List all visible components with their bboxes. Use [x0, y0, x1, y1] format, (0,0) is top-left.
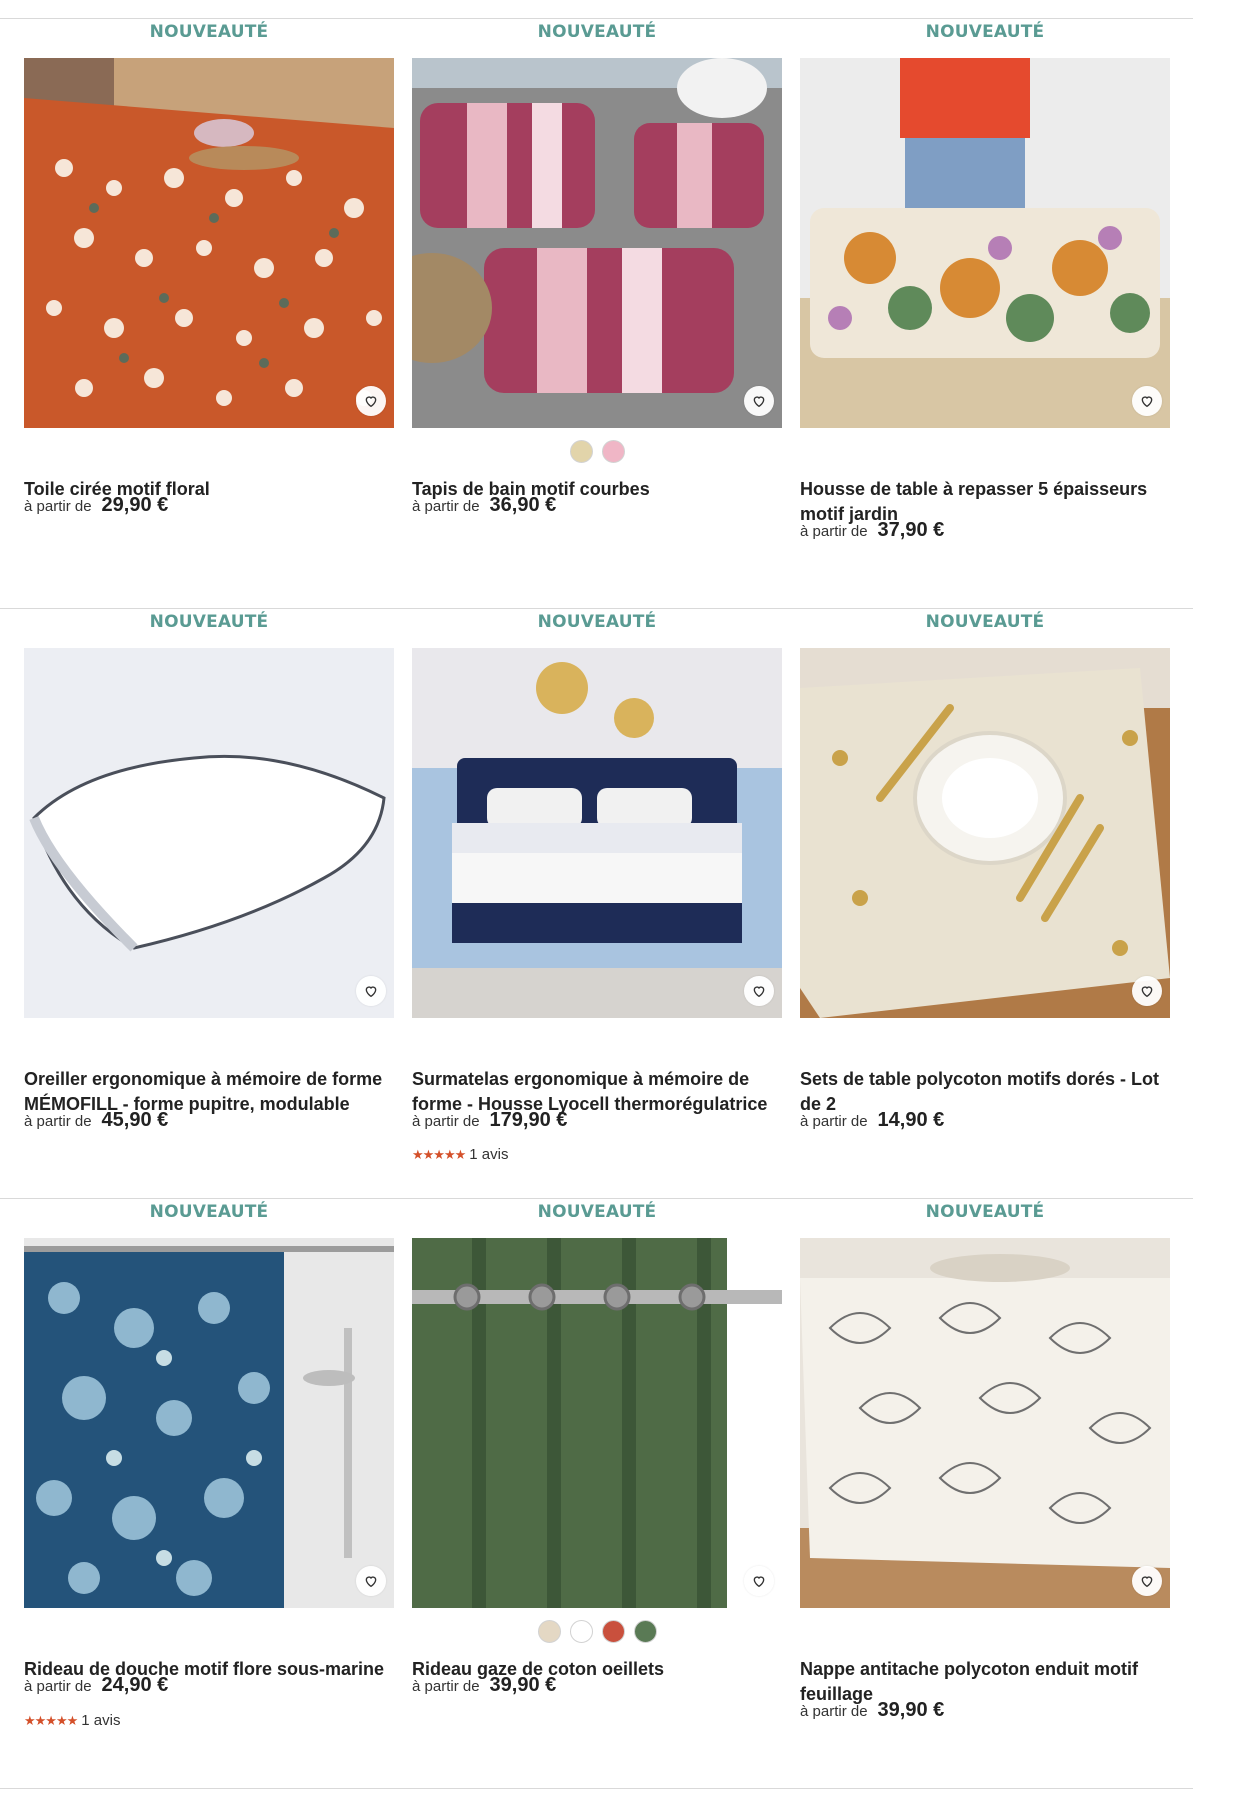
color-swatch[interactable]: [569, 440, 593, 463]
mattress-topper-image: [412, 648, 782, 1018]
price-prefix: à partir de: [412, 1678, 480, 1695]
new-badge: NOUVEAUTÉ: [537, 612, 657, 632]
wishlist-heart-icon[interactable]: [1132, 1566, 1162, 1596]
price-prefix: à partir de: [412, 1113, 480, 1130]
product-price: 39,90 €: [489, 1674, 557, 1696]
shower-curtain-image: [24, 1238, 394, 1608]
product-image[interactable]: [800, 648, 1170, 1018]
new-badge: NOUVEAUTÉ: [925, 22, 1045, 42]
price-row: à partir de 39,90 €: [800, 1699, 944, 1722]
price-prefix: à partir de: [24, 1678, 92, 1695]
product-price: 24,90 €: [101, 1674, 169, 1696]
ironing-cover-image: [800, 58, 1170, 428]
product-price: 37,90 €: [877, 519, 945, 541]
price-row: à partir de 179,90 €: [412, 1109, 567, 1132]
color-swatches: [412, 440, 782, 466]
pillow-image: [24, 648, 394, 1018]
floral-tablecloth-image: [24, 58, 394, 428]
wishlist-heart-icon[interactable]: [356, 976, 386, 1006]
product-price: 179,90 €: [489, 1109, 568, 1131]
green-curtain-image: [412, 1238, 782, 1608]
wishlist-heart-icon[interactable]: [356, 1566, 386, 1596]
row-divider: [0, 1788, 1193, 1789]
new-badge: NOUVEAUTÉ: [537, 1202, 657, 1222]
color-swatches: [412, 1620, 782, 1646]
product-image[interactable]: [412, 58, 782, 428]
wishlist-heart-icon[interactable]: [744, 976, 774, 1006]
color-swatch[interactable]: [537, 1620, 561, 1643]
product-image[interactable]: [412, 648, 782, 1018]
price-row: à partir de 24,90 €: [24, 1674, 168, 1697]
new-badge: NOUVEAUTÉ: [925, 1202, 1045, 1222]
price-row: à partir de 29,90 €: [24, 494, 168, 517]
star-rating-icon: ★★★★★: [24, 1712, 78, 1728]
price-prefix: à partir de: [800, 1703, 868, 1720]
price-row: à partir de 45,90 €: [24, 1109, 168, 1132]
product-image[interactable]: [412, 1238, 782, 1608]
product-image[interactable]: [800, 1238, 1170, 1608]
leaf-tablecloth-image: [800, 1238, 1170, 1608]
bath-mats-image: [412, 58, 782, 428]
price-prefix: à partir de: [24, 1113, 92, 1130]
wishlist-heart-icon[interactable]: [1132, 976, 1162, 1006]
new-badge: NOUVEAUTÉ: [149, 612, 269, 632]
product-image[interactable]: [24, 648, 394, 1018]
wishlist-heart-icon[interactable]: [744, 1566, 774, 1596]
product-rating[interactable]: ★★★★★ 1 avis: [412, 1146, 508, 1163]
wishlist-heart-icon[interactable]: [1132, 386, 1162, 416]
row-divider: [0, 1198, 1193, 1199]
price-prefix: à partir de: [412, 498, 480, 515]
price-row: à partir de 14,90 €: [800, 1109, 944, 1132]
color-swatch[interactable]: [569, 1620, 593, 1643]
placemats-image: [800, 648, 1170, 1018]
new-badge: NOUVEAUTÉ: [149, 1202, 269, 1222]
product-rating[interactable]: ★★★★★ 1 avis: [24, 1712, 120, 1729]
price-prefix: à partir de: [800, 1113, 868, 1130]
price-prefix: à partir de: [24, 498, 92, 515]
color-swatch[interactable]: [601, 1620, 625, 1643]
product-image[interactable]: [24, 58, 394, 428]
star-rating-icon: ★★★★★: [412, 1146, 466, 1162]
price-prefix: à partir de: [800, 523, 868, 540]
review-count: 1 avis: [469, 1146, 509, 1163]
product-price: 45,90 €: [101, 1109, 169, 1131]
price-row: à partir de 37,90 €: [800, 519, 944, 542]
price-row: à partir de 36,90 €: [412, 494, 556, 517]
product-image[interactable]: [800, 58, 1170, 428]
wishlist-heart-icon[interactable]: [744, 386, 774, 416]
review-count: 1 avis: [81, 1712, 121, 1729]
product-price: 29,90 €: [101, 494, 169, 516]
color-swatch[interactable]: [601, 440, 625, 463]
color-swatch[interactable]: [633, 1620, 657, 1643]
new-badge: NOUVEAUTÉ: [925, 612, 1045, 632]
new-badge: NOUVEAUTÉ: [537, 22, 657, 42]
product-price: 39,90 €: [877, 1699, 945, 1721]
product-price: 36,90 €: [489, 494, 557, 516]
product-image[interactable]: [24, 1238, 394, 1608]
row-divider: [0, 18, 1193, 19]
new-badge: NOUVEAUTÉ: [149, 22, 269, 42]
row-divider: [0, 608, 1193, 609]
wishlist-heart-icon[interactable]: [356, 386, 386, 416]
price-row: à partir de 39,90 €: [412, 1674, 556, 1697]
product-price: 14,90 €: [877, 1109, 945, 1131]
